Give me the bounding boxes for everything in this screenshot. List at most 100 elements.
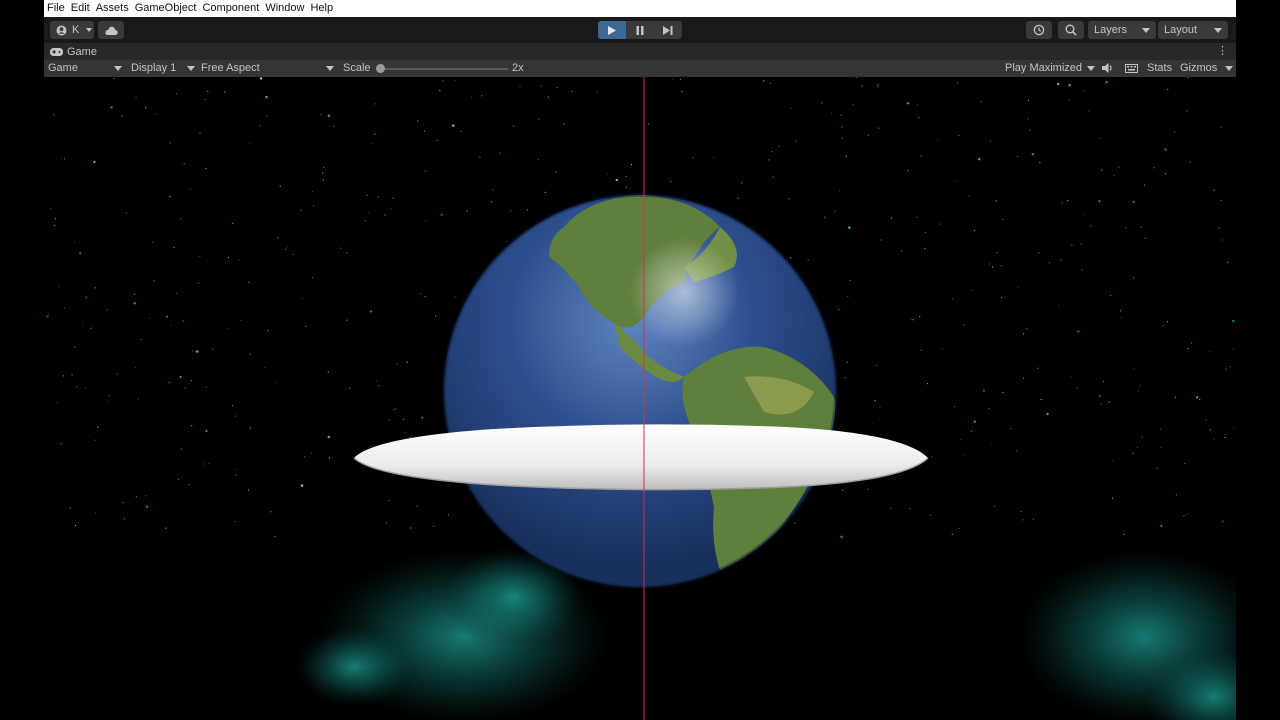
layers-dropdown[interactable]: Layers bbox=[1088, 21, 1156, 39]
play-mode-dropdown[interactable]: Play Maximized bbox=[1005, 60, 1095, 77]
star bbox=[1022, 519, 1024, 521]
star bbox=[85, 387, 87, 389]
play-button[interactable] bbox=[598, 21, 626, 39]
speaker-icon bbox=[1102, 63, 1112, 73]
star bbox=[958, 135, 960, 137]
menu-window[interactable]: Window bbox=[262, 0, 307, 17]
star bbox=[926, 383, 929, 385]
star bbox=[838, 308, 840, 311]
star bbox=[963, 324, 966, 326]
star bbox=[248, 281, 250, 283]
star bbox=[861, 85, 863, 87]
star bbox=[973, 420, 976, 423]
account-dropdown[interactable]: K bbox=[50, 21, 94, 39]
star bbox=[924, 231, 927, 233]
star bbox=[54, 224, 56, 226]
star bbox=[79, 252, 82, 255]
stats-button[interactable]: Stats bbox=[1147, 60, 1172, 77]
tab-game[interactable]: Game bbox=[50, 43, 97, 60]
keyboard-shortcuts-toggle[interactable] bbox=[1125, 60, 1139, 77]
star bbox=[420, 293, 422, 295]
star bbox=[980, 101, 982, 103]
star bbox=[852, 104, 854, 106]
star bbox=[834, 210, 836, 212]
chevron-down-icon bbox=[1214, 28, 1222, 33]
star bbox=[196, 350, 199, 353]
star bbox=[190, 380, 192, 382]
star bbox=[848, 226, 851, 229]
pause-button[interactable] bbox=[626, 21, 654, 39]
aspect-dropdown[interactable]: Free Aspect bbox=[201, 60, 335, 77]
star bbox=[538, 118, 540, 120]
star bbox=[1068, 98, 1070, 101]
star bbox=[513, 125, 515, 127]
star bbox=[433, 525, 435, 527]
star bbox=[170, 324, 172, 326]
star bbox=[906, 102, 910, 105]
star bbox=[1205, 419, 1207, 421]
star bbox=[425, 170, 427, 172]
menu-edit[interactable]: Edit bbox=[68, 0, 93, 17]
star bbox=[64, 158, 66, 160]
cloud-button[interactable] bbox=[98, 21, 124, 39]
scale-slider-handle[interactable] bbox=[376, 64, 385, 73]
game-viewport[interactable] bbox=[44, 77, 1236, 720]
star bbox=[625, 186, 628, 188]
star bbox=[1225, 368, 1227, 370]
star bbox=[153, 280, 155, 282]
star bbox=[1017, 286, 1019, 288]
star bbox=[212, 348, 214, 350]
star bbox=[69, 507, 71, 509]
star bbox=[1143, 184, 1146, 186]
star bbox=[1026, 328, 1028, 330]
star bbox=[794, 522, 796, 524]
view-type-dropdown[interactable]: Game bbox=[48, 60, 124, 77]
step-button[interactable] bbox=[654, 21, 682, 39]
menu-gameobject[interactable]: GameObject bbox=[132, 0, 200, 17]
gizmos-dropdown[interactable]: Gizmos bbox=[1180, 60, 1236, 77]
menu-assets[interactable]: Assets bbox=[93, 0, 132, 17]
star bbox=[1002, 218, 1004, 221]
star bbox=[1186, 110, 1188, 112]
undo-history-button[interactable] bbox=[1026, 21, 1052, 39]
star bbox=[189, 188, 191, 190]
star bbox=[1002, 391, 1004, 393]
star bbox=[154, 113, 156, 115]
star bbox=[1166, 321, 1169, 323]
more-options-icon[interactable]: ⋮ bbox=[1217, 45, 1228, 58]
star bbox=[670, 180, 672, 183]
layout-dropdown[interactable]: Layout bbox=[1158, 21, 1228, 39]
star bbox=[234, 521, 236, 523]
star bbox=[1046, 412, 1049, 416]
star bbox=[1068, 84, 1071, 87]
star bbox=[555, 171, 557, 173]
star bbox=[772, 176, 774, 179]
earth-globe bbox=[442, 193, 838, 589]
star bbox=[410, 527, 412, 529]
scale-slider-track[interactable] bbox=[378, 68, 508, 70]
star bbox=[1084, 90, 1086, 92]
star bbox=[995, 200, 997, 202]
star bbox=[1099, 137, 1101, 139]
star bbox=[366, 194, 369, 196]
star bbox=[795, 140, 798, 142]
star bbox=[821, 102, 823, 104]
star bbox=[1218, 227, 1220, 229]
star bbox=[1027, 118, 1029, 120]
pause-icon bbox=[636, 25, 644, 35]
menu-component[interactable]: Component bbox=[199, 0, 262, 17]
star bbox=[1100, 403, 1102, 405]
star bbox=[393, 409, 395, 411]
star bbox=[198, 282, 200, 284]
star bbox=[692, 157, 694, 159]
mute-audio-toggle[interactable] bbox=[1102, 60, 1116, 77]
star bbox=[849, 279, 851, 282]
scale-label: Scale bbox=[343, 62, 371, 74]
star bbox=[1080, 243, 1082, 245]
menu-file[interactable]: File bbox=[44, 0, 68, 17]
star bbox=[285, 248, 287, 250]
display-dropdown[interactable]: Display 1 bbox=[131, 60, 197, 77]
star bbox=[937, 138, 939, 140]
menu-help[interactable]: Help bbox=[307, 0, 336, 17]
search-button[interactable] bbox=[1058, 21, 1084, 39]
